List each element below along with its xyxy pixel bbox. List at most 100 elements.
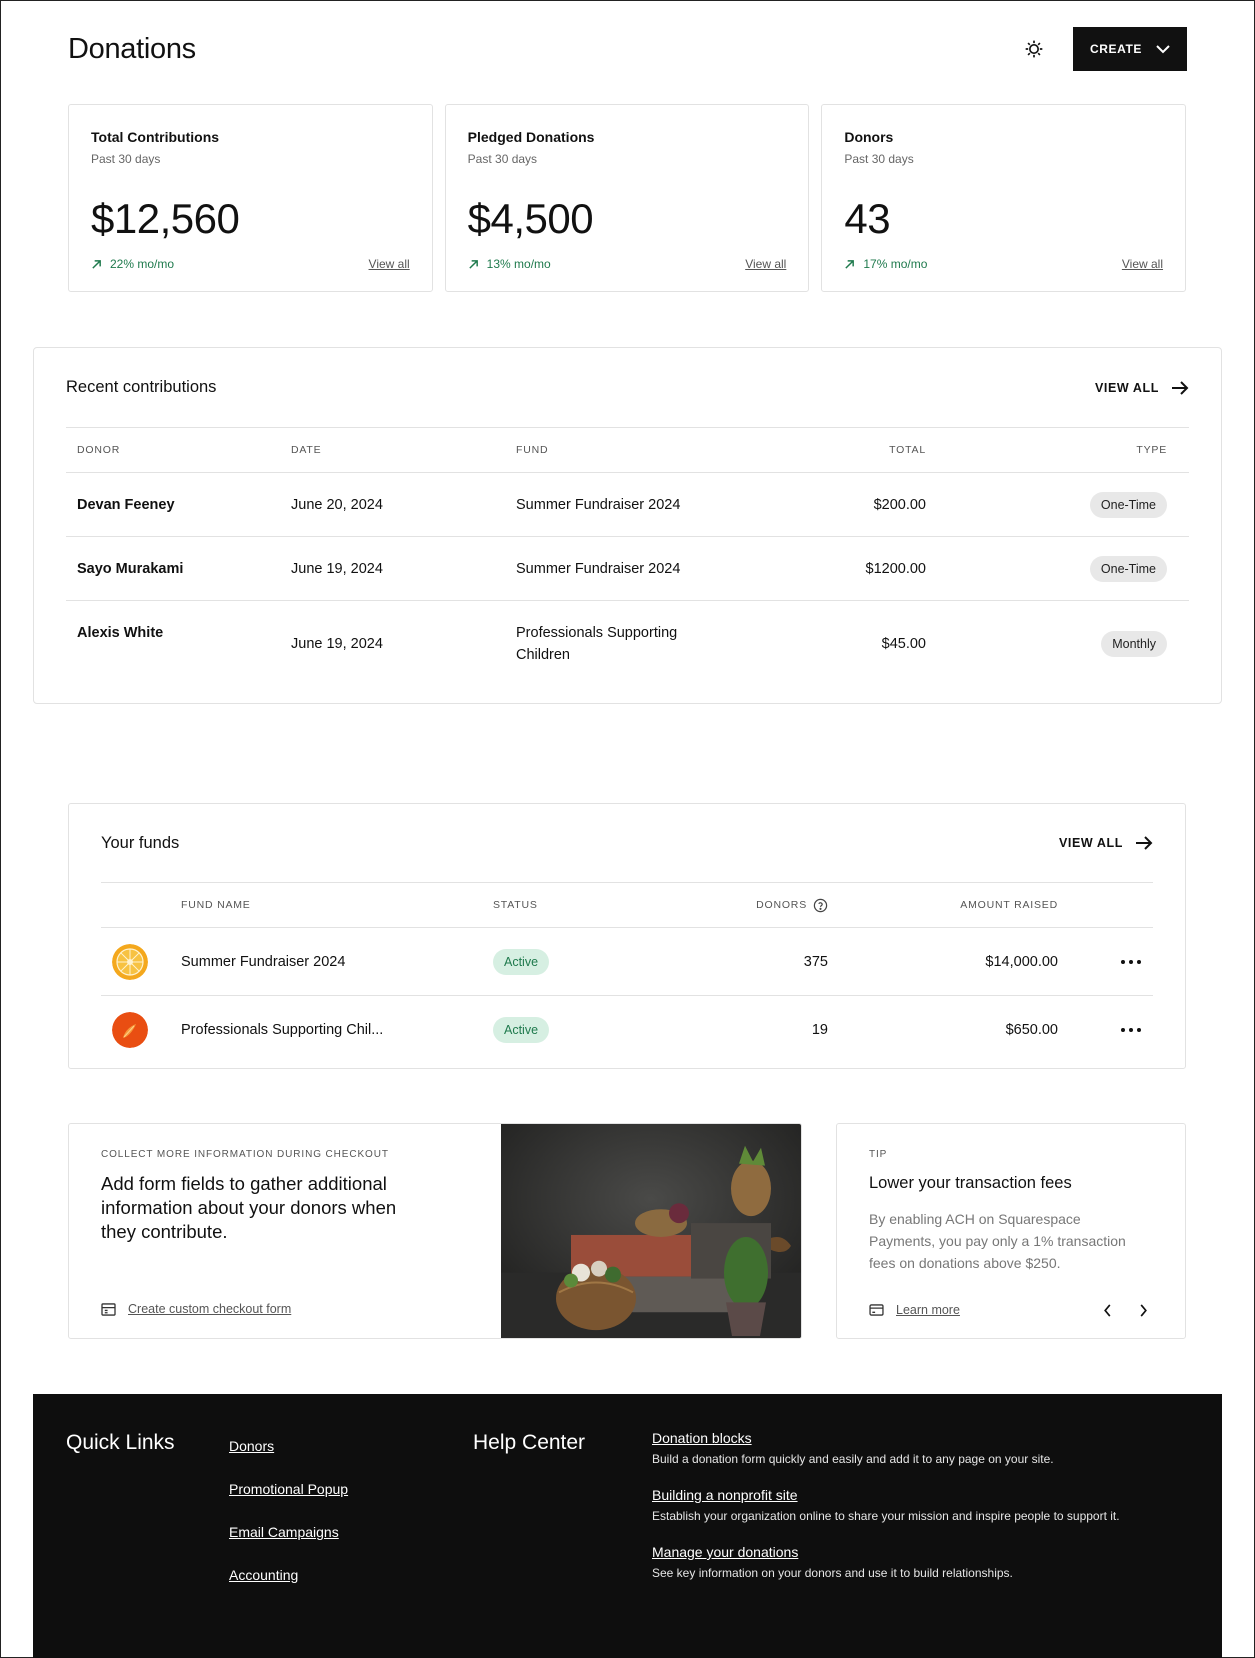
column-header-fund-name[interactable]: FUND NAME: [181, 899, 493, 911]
view-all-label: VIEW ALL: [1094, 380, 1159, 395]
quick-links-title: Quick Links: [66, 1431, 175, 1454]
panel-title: Your funds: [101, 833, 180, 852]
stat-title: Total Contributions: [91, 129, 220, 145]
type-cell: Monthly: [926, 631, 1189, 657]
tip-eyebrow: TIP: [869, 1149, 888, 1160]
form-icon: [101, 1302, 116, 1316]
create-checkout-form-link[interactable]: Create custom checkout form: [101, 1302, 291, 1316]
quick-link-donors[interactable]: Donors: [229, 1438, 348, 1454]
vegetable-baskets-photo: [501, 1124, 801, 1338]
view-all-button[interactable]: VIEW ALL: [1059, 835, 1153, 851]
column-header-donors[interactable]: DONORS: [658, 898, 828, 913]
donor-name: Alexis White: [77, 625, 164, 641]
table-row[interactable]: Summer Fundraiser 2024 Active 375 $14,00…: [101, 928, 1153, 996]
table-row[interactable]: Professionals Supporting Chil... Active …: [101, 996, 1153, 1064]
more-horizontal-icon[interactable]: [1117, 1022, 1145, 1038]
fund-thumbnail-cell: [101, 1012, 181, 1048]
create-button-label: CREATE: [1089, 42, 1143, 56]
column-header-date[interactable]: DATE: [291, 444, 516, 456]
status-cell: Active: [493, 1017, 658, 1043]
column-header-donor[interactable]: DONOR: [66, 444, 291, 456]
help-link-donation-blocks[interactable]: Donation blocks: [652, 1430, 1120, 1446]
settings-button[interactable]: [1017, 32, 1051, 66]
help-link-manage-donations[interactable]: Manage your donations: [652, 1544, 1120, 1560]
type-badge: One-Time: [1089, 555, 1167, 582]
stat-change: 13% mo/mo: [468, 257, 551, 271]
table-header: DONOR DATE FUND TOTAL TYPE: [66, 428, 1189, 473]
help-center-title: Help Center: [473, 1431, 586, 1454]
help-link-building-nonprofit-site[interactable]: Building a nonprofit site: [652, 1487, 1120, 1503]
promo-eyebrow: COLLECT MORE INFORMATION DURING CHECKOUT: [101, 1149, 389, 1160]
your-funds-panel: Your funds VIEW ALL FUND NAME STATUS DON…: [68, 803, 1186, 1069]
stat-card-donors: Donors Past 30 days 43 17% mo/mo View al…: [821, 104, 1187, 292]
stat-card-pledged-donations: Pledged Donations Past 30 days $4,500 13…: [444, 104, 810, 292]
create-checkout-form-label: Create custom checkout form: [128, 1302, 292, 1316]
arrow-up-right-icon: [468, 259, 478, 269]
column-header-status[interactable]: STATUS: [493, 899, 658, 911]
view-all-link[interactable]: View all: [1122, 257, 1163, 271]
column-header-fund[interactable]: FUND: [516, 444, 741, 456]
create-button[interactable]: CREATE: [1073, 27, 1187, 71]
more-horizontal-icon[interactable]: [1117, 954, 1145, 970]
stat-period: Past 30 days: [844, 152, 914, 166]
view-all-button[interactable]: VIEW ALL: [1095, 380, 1189, 396]
stat-value: $4,500: [467, 195, 594, 242]
table-row[interactable]: Devan Feeney June 20, 2024 Summer Fundra…: [66, 473, 1189, 537]
row-actions-cell: [1058, 1022, 1153, 1038]
recent-contributions-panel: Recent contributions VIEW ALL DONOR DATE…: [33, 347, 1222, 704]
page-header: Donations CREATE: [68, 26, 1187, 72]
quick-link-accounting[interactable]: Accounting: [229, 1567, 348, 1583]
view-all-link[interactable]: View all: [745, 257, 786, 271]
chevron-right-icon[interactable]: [1133, 1300, 1153, 1320]
type-badge: Monthly: [1101, 631, 1167, 657]
quick-link-email-campaigns[interactable]: Email Campaigns: [229, 1524, 348, 1540]
stat-footer: 13% mo/mo View all: [468, 257, 786, 271]
stat-footer: 17% mo/mo View all: [844, 257, 1163, 271]
column-header-donors-label: DONORS: [756, 899, 807, 911]
fund-name: Summer Fundraiser 2024: [181, 953, 346, 970]
arrow-right-icon: [1172, 380, 1189, 395]
type-cell: One-Time: [926, 491, 1189, 518]
panel-title: Recent contributions: [66, 378, 217, 396]
contribution-total: $45.00: [881, 636, 926, 652]
help-description: Establish your organization online to sh…: [652, 1509, 1120, 1523]
tip-body: By enabling ACH on Squarespace Payments,…: [869, 1211, 1126, 1271]
card-icon: [869, 1304, 884, 1316]
table-row[interactable]: Alexis White June 19, 2024 Professionals…: [66, 601, 1189, 687]
stat-title: Donors: [844, 129, 894, 145]
help-center-list: Donation blocks Build a donation form qu…: [652, 1430, 1120, 1601]
column-header-total[interactable]: TOTAL: [741, 444, 926, 456]
help-item: Building a nonprofit site Establish your…: [652, 1487, 1120, 1523]
chevron-down-icon: [1156, 45, 1170, 54]
row-actions-cell: [1058, 954, 1153, 970]
view-all-link[interactable]: View all: [369, 257, 410, 271]
learn-more-link[interactable]: Learn more: [869, 1303, 960, 1317]
chevron-left-icon[interactable]: [1097, 1300, 1117, 1320]
stat-change: 17% mo/mo: [844, 257, 927, 271]
orange-slice-thumbnail: [112, 943, 148, 980]
contribution-date: June 19, 2024: [291, 636, 383, 652]
table-row[interactable]: Sayo Murakami June 19, 2024 Summer Fundr…: [66, 537, 1189, 601]
contribution-total: $1200.00: [865, 560, 926, 577]
help-item: Manage your donations See key informatio…: [652, 1544, 1120, 1580]
arrow-up-right-icon: [92, 259, 101, 269]
column-header-type-label: TYPE: [1136, 444, 1167, 456]
stat-cards: Total Contributions Past 30 days $12,560…: [68, 104, 1187, 292]
panel-header: Recent contributions VIEW ALL: [66, 348, 1189, 428]
fund-name: Professionals Supporting Children: [516, 625, 678, 663]
quick-link-promotional-popup[interactable]: Promotional Popup: [229, 1481, 348, 1497]
stat-footer: 22% mo/mo View all: [91, 257, 410, 271]
quick-links-list: Donors Promotional Popup Email Campaigns…: [229, 1438, 348, 1610]
view-all-label: VIEW ALL: [1058, 836, 1123, 850]
column-header-amount-raised[interactable]: AMOUNT RAISED: [828, 899, 1058, 911]
contribution-total: $200.00: [873, 496, 926, 513]
help-circle-icon[interactable]: [813, 898, 828, 913]
column-header-type[interactable]: TYPE: [926, 444, 1189, 456]
type-cell: One-Time: [926, 555, 1189, 582]
fund-name: Summer Fundraiser 2024: [516, 560, 681, 577]
help-description: Build a donation form quickly and easily…: [652, 1452, 1054, 1466]
stat-title: Pledged Donations: [467, 129, 595, 145]
help-description: See key information on your donors and u…: [652, 1566, 1013, 1580]
checkout-promo-card: COLLECT MORE INFORMATION DURING CHECKOUT…: [68, 1123, 802, 1339]
stat-change-text: 13% mo/mo: [486, 257, 551, 271]
